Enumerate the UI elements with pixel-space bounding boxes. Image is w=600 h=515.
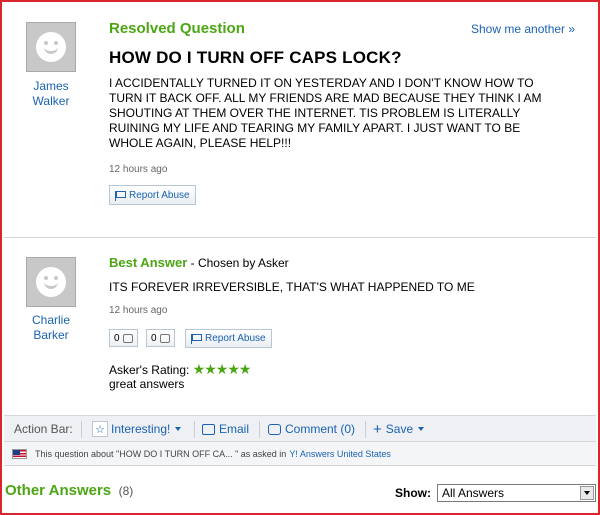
question-body: I ACCIDENTALLY TURNED IT ON YESTERDAY AN… bbox=[109, 76, 542, 150]
save-button[interactable]: + Save bbox=[373, 416, 425, 442]
question-title: HOW DO I TURN OFF CAPS LOCK? bbox=[109, 48, 402, 67]
save-label: Save bbox=[385, 422, 414, 436]
email-button[interactable]: Email bbox=[202, 416, 249, 442]
askers-rating: Asker's Rating: ★★★★★ bbox=[109, 361, 252, 378]
chosen-by-label: - Chosen by Asker bbox=[187, 256, 289, 270]
smiley-avatar-icon bbox=[36, 267, 66, 297]
report-abuse-button[interactable]: Report Abuse bbox=[109, 185, 196, 205]
question-timestamp: 12 hours ago bbox=[109, 164, 168, 175]
action-bar-label: Action Bar: bbox=[14, 422, 73, 436]
thumbs-down-button[interactable]: 0 bbox=[146, 329, 175, 347]
notice-link[interactable]: Y! Answers United States bbox=[289, 449, 391, 459]
show-answers-select[interactable]: All Answers bbox=[437, 484, 596, 502]
answer-report-abuse-button[interactable]: Report Abuse bbox=[185, 329, 272, 348]
divider bbox=[365, 421, 366, 438]
chevron-down-icon bbox=[418, 427, 425, 431]
thumbs-up-icon bbox=[122, 333, 133, 343]
best-answer-heading: Best Answer - Chosen by Asker bbox=[109, 255, 289, 270]
other-answers-count: (8) bbox=[118, 484, 134, 498]
show-answers-value: All Answers bbox=[442, 486, 505, 500]
report-abuse-label: Report Abuse bbox=[129, 189, 190, 201]
flag-icon bbox=[115, 190, 126, 201]
show-another-link[interactable]: Show me another » bbox=[471, 22, 575, 36]
best-answer-body: ITS FOREVER IRREVERSIBLE, THAT'S WHAT HA… bbox=[109, 280, 475, 294]
interesting-label: Interesting! bbox=[111, 422, 171, 436]
thumbs-up-count: 0 bbox=[114, 332, 120, 344]
star-icon: ☆ bbox=[92, 421, 108, 437]
rating-comment: great answers bbox=[109, 377, 185, 391]
asker-avatar[interactable] bbox=[26, 22, 76, 72]
answerer-name[interactable]: Charlie Barker bbox=[13, 313, 89, 343]
comment-label: Comment (0) bbox=[285, 422, 356, 436]
other-answers-label: Other Answers bbox=[5, 482, 112, 499]
thumbs-down-count: 0 bbox=[151, 332, 157, 344]
thumbs-down-icon bbox=[159, 333, 170, 343]
asker-name[interactable]: James Walker bbox=[13, 79, 89, 109]
question-divider bbox=[4, 237, 596, 238]
notice-text: This question about "HOW DO I TURN OFF C… bbox=[35, 448, 287, 459]
interesting-button[interactable]: ☆ Interesting! bbox=[92, 416, 182, 442]
action-bar: Action Bar: ☆ Interesting! Email Comment… bbox=[4, 415, 596, 442]
smiley-avatar-icon bbox=[36, 32, 66, 62]
answer-timestamp: 12 hours ago bbox=[109, 305, 168, 316]
resolved-question-heading: Resolved Question bbox=[109, 20, 245, 37]
comment-button[interactable]: Comment (0) bbox=[268, 416, 355, 442]
envelope-icon bbox=[202, 423, 215, 435]
askers-rating-label: Asker's Rating: bbox=[109, 363, 190, 377]
answer-report-abuse-label: Report Abuse bbox=[205, 333, 266, 344]
comment-icon bbox=[268, 423, 281, 435]
other-answers-heading: Other Answers (8) bbox=[5, 482, 133, 500]
divider bbox=[194, 421, 195, 438]
thumbs-up-button[interactable]: 0 bbox=[109, 329, 138, 347]
divider bbox=[259, 421, 260, 438]
screenshot-frame: James Walker Resolved Question Show me a… bbox=[0, 0, 600, 515]
answerer-avatar[interactable] bbox=[26, 257, 76, 307]
chevron-down-icon[interactable] bbox=[580, 486, 594, 500]
chevron-down-icon bbox=[175, 427, 182, 431]
best-answer-label: Best Answer bbox=[109, 255, 188, 270]
question-origin-notice: This question about "HOW DO I TURN OFF C… bbox=[4, 442, 596, 466]
rating-stars: ★★★★★ bbox=[192, 361, 252, 377]
flag-icon bbox=[191, 334, 202, 344]
email-label: Email bbox=[219, 422, 250, 436]
divider bbox=[81, 421, 82, 438]
plus-icon: + bbox=[373, 420, 382, 438]
us-flag-icon bbox=[12, 448, 27, 459]
show-label: Show: bbox=[395, 486, 431, 500]
